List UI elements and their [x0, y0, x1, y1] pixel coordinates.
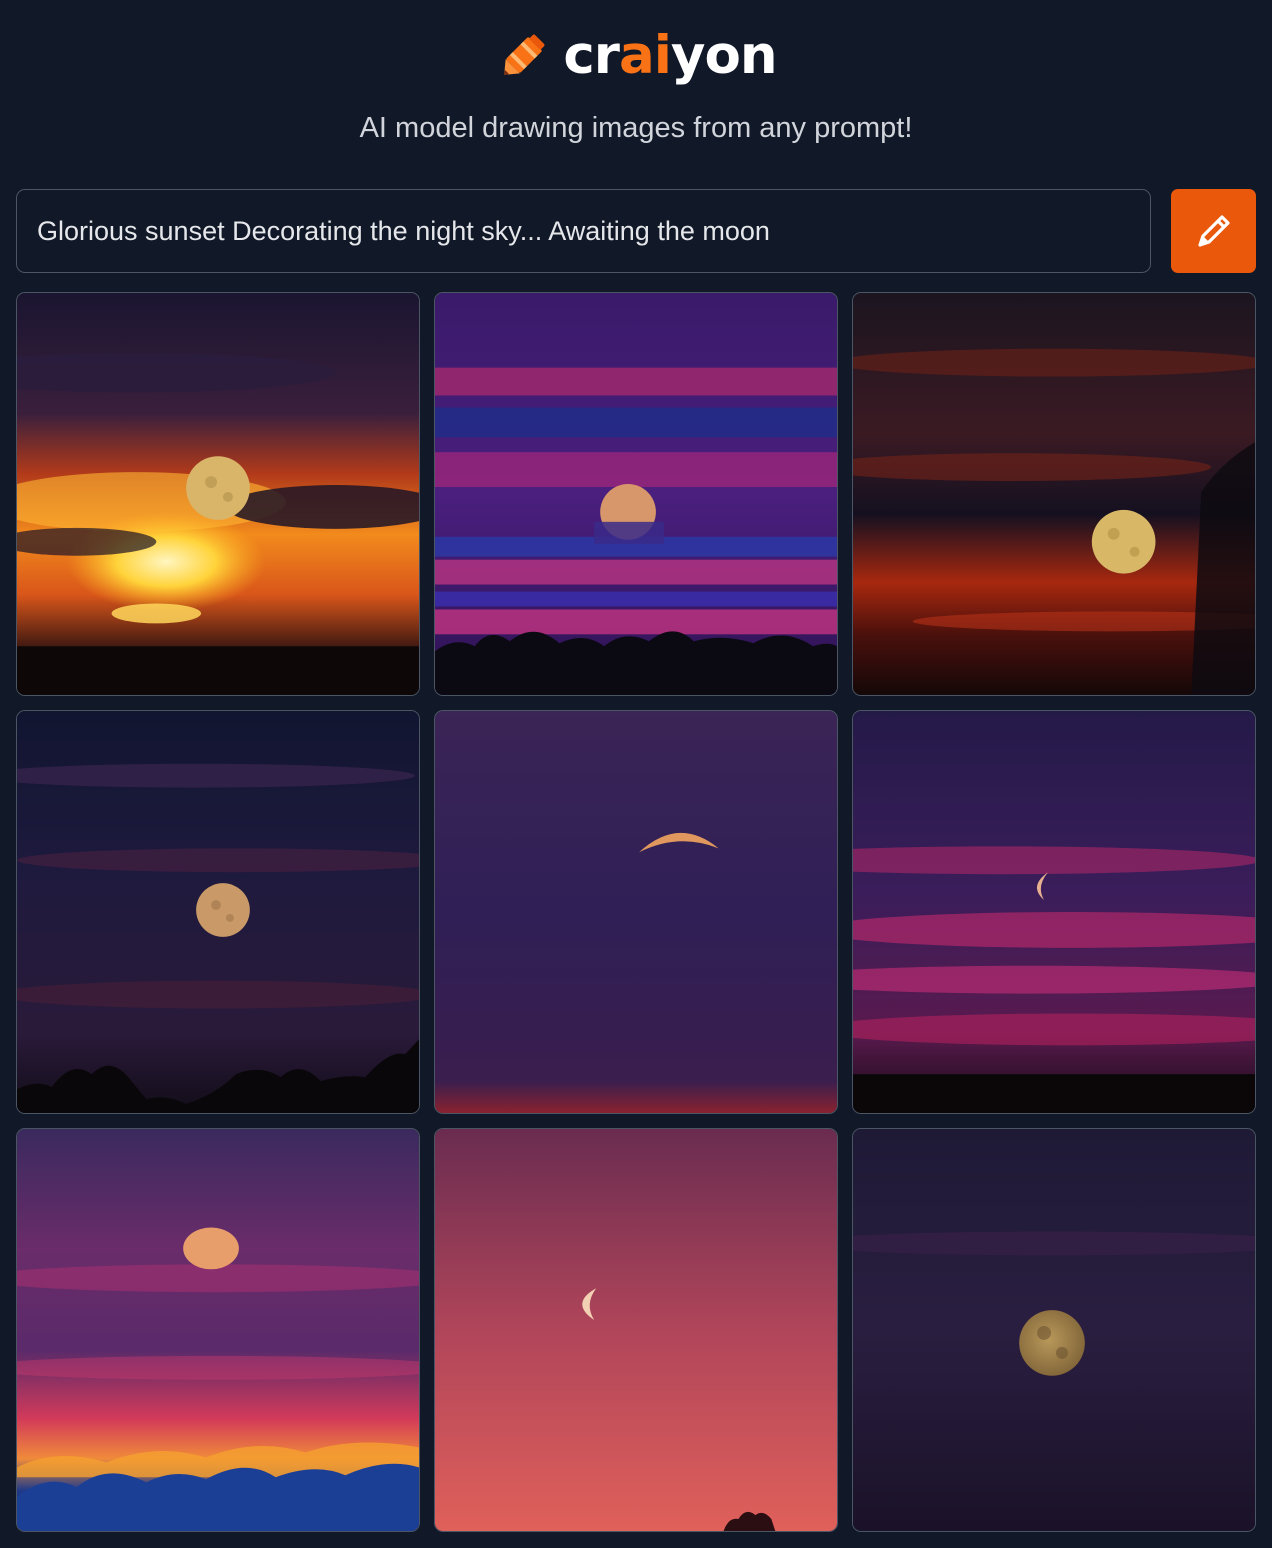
tagline: AI model drawing images from any prompt!: [359, 112, 913, 144]
result-image[interactable]: [852, 1128, 1256, 1532]
result-image-1: [17, 293, 419, 695]
result-image-6: [853, 711, 1255, 1113]
header: craiyon: [0, 18, 1272, 92]
result-image[interactable]: [434, 292, 838, 696]
result-image-4: [17, 711, 419, 1113]
result-image[interactable]: [434, 710, 838, 1114]
result-image[interactable]: [16, 292, 420, 696]
draw-button[interactable]: [1171, 189, 1256, 273]
craiyon-page: craiyon AI model drawing images from any…: [0, 0, 1272, 1548]
result-image-9: [853, 1129, 1255, 1531]
result-image-3: [853, 293, 1255, 695]
result-image[interactable]: [16, 710, 420, 1114]
brand-logo-text: craiyon: [563, 24, 777, 86]
result-image-2: [435, 293, 837, 695]
result-image[interactable]: [16, 1128, 420, 1532]
results-grid: [16, 292, 1256, 1532]
prompt-input[interactable]: [16, 189, 1151, 273]
result-image-8: [435, 1129, 837, 1531]
pencil-icon: [1197, 215, 1230, 247]
result-image[interactable]: [852, 292, 1256, 696]
crayon-icon: [504, 34, 545, 75]
result-image[interactable]: [434, 1128, 838, 1532]
result-image[interactable]: [852, 710, 1256, 1114]
result-image-7: [17, 1129, 419, 1531]
result-image-5: [435, 711, 837, 1113]
prompt-row: [16, 189, 1256, 273]
